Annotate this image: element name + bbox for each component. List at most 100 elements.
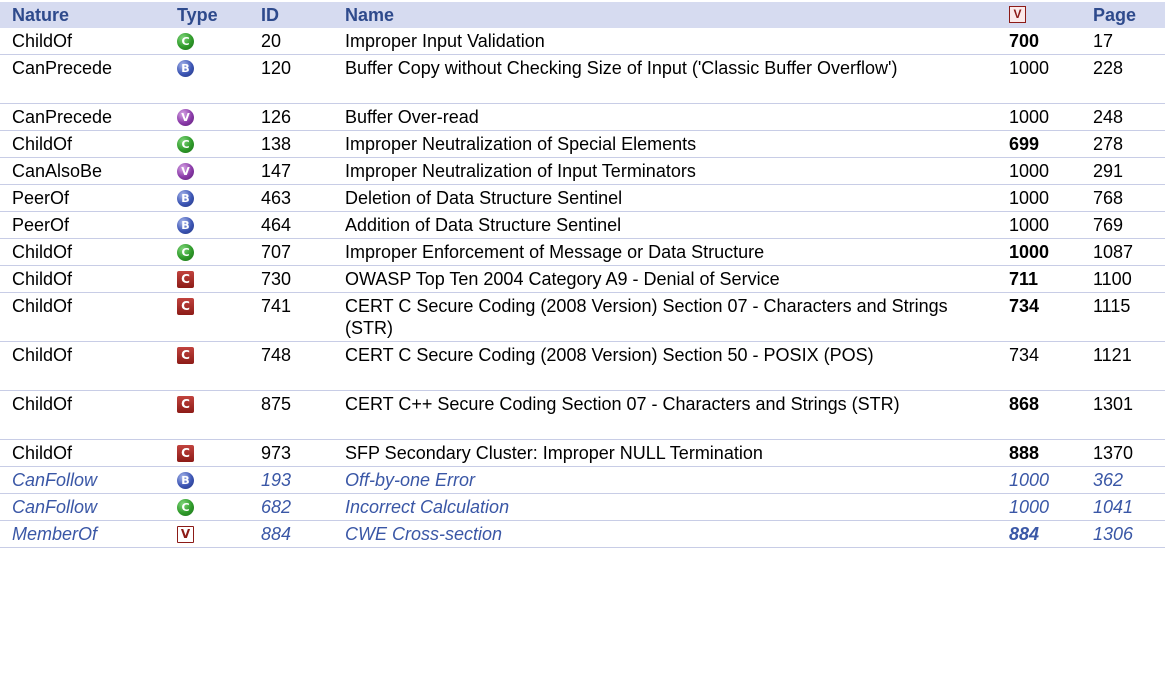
cell-view: 1000: [1009, 107, 1050, 127]
cell-nature: ChildOf: [12, 134, 73, 154]
cell-nature: CanFollow: [12, 470, 98, 490]
cell-name: Deletion of Data Structure Sentinel: [345, 188, 623, 208]
cell-page: 1370: [1093, 443, 1134, 463]
cell-nature: ChildOf: [12, 345, 73, 365]
category-icon: C: [177, 346, 194, 364]
cell-name: CERT C Secure Coding (2008 Version) Sect…: [345, 345, 874, 365]
cell-page: 291: [1093, 161, 1124, 181]
cell-page: 1087: [1093, 242, 1134, 262]
cell-nature: ChildOf: [12, 269, 73, 289]
cell-type: C: [165, 28, 249, 55]
cell-nature: ChildOf: [12, 296, 73, 316]
cell-id: 463: [261, 188, 292, 208]
cell-view: 734: [1009, 345, 1040, 365]
cell-name: OWASP Top Ten 2004 Category A9 - Denial …: [345, 269, 780, 289]
cell-nature: ChildOf: [12, 443, 73, 463]
cell-id: 193: [261, 470, 292, 490]
cell-nature: CanFollow: [12, 497, 98, 517]
cell-name: Improper Neutralization of Special Eleme…: [345, 134, 697, 154]
category-icon: C: [177, 395, 194, 413]
base-icon: B: [177, 216, 194, 234]
cell-id: 748: [261, 345, 292, 365]
cell-view: 884: [1009, 524, 1040, 544]
category-icon: C: [177, 270, 194, 288]
cell-id: 707: [261, 242, 292, 262]
header-id: ID: [261, 5, 279, 25]
cell-page: 17: [1093, 31, 1114, 51]
cell-id: 884: [261, 524, 292, 544]
cell-page: 1306: [1093, 524, 1134, 544]
cell-name: CWE Cross-section: [345, 524, 503, 544]
cell-nature: MemberOf: [12, 524, 98, 544]
cell-nature: PeerOf: [12, 188, 70, 208]
cell-name: Improper Neutralization of Input Termina…: [345, 161, 696, 181]
cell-page: 1115: [1093, 296, 1131, 316]
cell-view: 711: [1009, 269, 1039, 289]
table-row: ChildOf C 741 CERT C Secure Coding (2008 Ve…: [0, 293, 1165, 342]
cell-page: 248: [1093, 107, 1124, 127]
cell-id: 875: [261, 394, 292, 414]
table-row: CanPrecede V 126 Buffer Over-read 1000 248: [0, 104, 1165, 131]
cell-type: C: [165, 266, 249, 293]
category-icon: C: [177, 444, 194, 462]
base-icon: B: [177, 59, 194, 77]
table-row: CanFollow C 682 Incorrect Calculation 1000 10…: [0, 494, 1165, 521]
header-nature: Nature: [12, 5, 70, 25]
cell-type: C: [165, 342, 249, 391]
cell-type: C: [165, 293, 249, 342]
cell-name: Off-by-one Error: [345, 470, 476, 490]
cell-view: 700: [1009, 31, 1040, 51]
cell-type: C: [165, 391, 249, 440]
cell-view: 1000: [1009, 58, 1050, 78]
cell-nature: CanPrecede: [12, 107, 113, 127]
table-row: ChildOf C 973 SFP Secondary Cluster: Improp…: [0, 440, 1165, 467]
cell-page: 362: [1093, 470, 1124, 490]
cell-type: B: [165, 212, 249, 239]
variant-icon: V: [177, 108, 194, 126]
cell-nature: ChildOf: [12, 242, 73, 262]
cell-nature: ChildOf: [12, 31, 73, 51]
cell-name: Improper Enforcement of Message or Data …: [345, 242, 765, 262]
cell-view: 1000: [1009, 188, 1050, 208]
class-icon: C: [177, 498, 194, 516]
cell-nature: ChildOf: [12, 394, 73, 414]
table-row: CanAlsoBe V 147 Improper Neutralization of …: [0, 158, 1165, 185]
class-icon: C: [177, 135, 194, 153]
cell-name: Buffer Copy without Checking Size of Inp…: [345, 58, 898, 78]
cell-page: 768: [1093, 188, 1124, 208]
cell-type: V: [165, 158, 249, 185]
cell-type: C: [165, 494, 249, 521]
cell-view: 1000: [1009, 470, 1050, 490]
table-row: PeerOf B 464 Addition of Data Structure Sen…: [0, 212, 1165, 239]
cell-type: B: [165, 55, 249, 104]
cell-page: 1301: [1093, 394, 1134, 414]
category-icon: C: [177, 297, 194, 315]
cell-view: 1000: [1009, 497, 1050, 517]
cell-nature: CanPrecede: [12, 58, 113, 78]
cell-page: 1100: [1093, 269, 1132, 289]
cell-name: CERT C Secure Coding (2008 Version) Sect…: [345, 296, 948, 338]
table-row: ChildOf C 20 Improper Input Validation 700 17: [0, 28, 1165, 55]
cell-id: 147: [261, 161, 292, 181]
table-row: ChildOf C 707 Improper Enforcement of Messa…: [0, 239, 1165, 266]
variant-icon: V: [177, 162, 194, 180]
cell-id: 973: [261, 443, 292, 463]
cell-type: B: [165, 185, 249, 212]
cell-page: 1121: [1093, 345, 1132, 365]
cell-id: 126: [261, 107, 292, 127]
cell-page: 228: [1093, 58, 1124, 78]
table-row: ChildOf C 748 CERT C Secure Coding (2008 Ve…: [0, 342, 1165, 391]
cell-type: C: [165, 131, 249, 158]
view-icon: V: [1009, 6, 1026, 24]
header-type: Type: [177, 5, 218, 25]
header-page: Page: [1093, 5, 1137, 25]
cell-name: CERT C++ Secure Coding Section 07 - Char…: [345, 394, 900, 414]
table-row: ChildOf C 730 OWASP Top Ten 2004 Category A…: [0, 266, 1165, 293]
cell-nature: PeerOf: [12, 215, 70, 235]
cell-name: Buffer Over-read: [345, 107, 479, 127]
cell-id: 120: [261, 58, 292, 78]
table-row: ChildOf C 875 CERT C++ Secure Coding Sectio…: [0, 391, 1165, 440]
relationships-table: Nature Type ID Name V Page ChildOf C 20 Imp…: [0, 2, 1165, 548]
cell-page: 278: [1093, 134, 1124, 154]
table-row: MemberOf V 884 CWE Cross-section 884 1306: [0, 521, 1165, 548]
